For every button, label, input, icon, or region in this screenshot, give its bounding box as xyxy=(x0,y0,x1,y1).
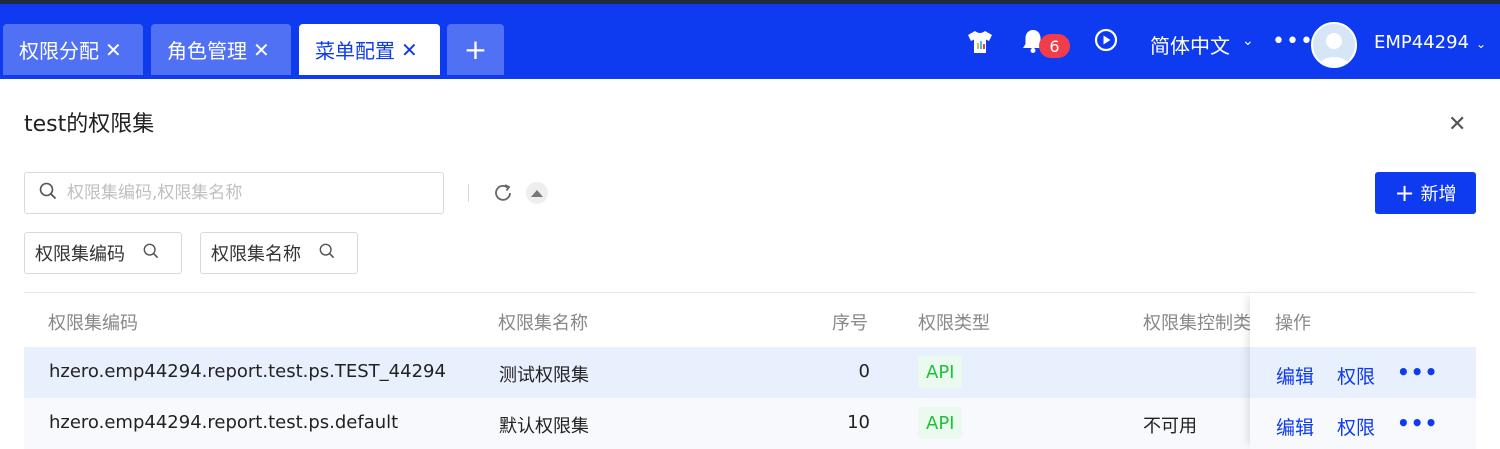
search-icon xyxy=(319,243,335,264)
close-icon[interactable]: ✕ xyxy=(105,38,122,62)
tab-menu-config[interactable]: 菜单配置 ✕ xyxy=(299,24,440,75)
type-tag: API xyxy=(918,356,963,388)
search-icon xyxy=(39,182,57,204)
filter-label: 权限集编码 xyxy=(35,244,125,265)
theme-shirt-icon[interactable] xyxy=(966,30,994,58)
play-icon[interactable] xyxy=(1094,28,1118,56)
filter-permission-set-code[interactable]: 权限集编码 xyxy=(24,232,182,274)
type-tag: API xyxy=(918,407,963,439)
close-icon[interactable]: ✕ xyxy=(253,38,270,62)
search-input[interactable] xyxy=(67,183,427,203)
plus-icon: + xyxy=(463,33,488,66)
edit-link[interactable]: 编辑 xyxy=(1276,362,1314,389)
add-button-label: 新增 xyxy=(1420,184,1457,205)
cell-code: hzero.emp44294.report.test.ps.TEST_44294 xyxy=(49,361,446,382)
permission-link[interactable]: 权限 xyxy=(1337,362,1375,389)
cell-code: hzero.emp44294.report.test.ps.default xyxy=(49,412,399,433)
avatar[interactable] xyxy=(1311,22,1357,68)
collapse-icon[interactable] xyxy=(526,182,548,204)
column-header: 权限集名称 xyxy=(498,313,588,334)
close-icon[interactable]: ✕ xyxy=(401,38,418,62)
permission-link[interactable]: 权限 xyxy=(1337,413,1375,440)
close-icon[interactable]: ✕ xyxy=(1448,112,1466,137)
username[interactable]: EMP44294 xyxy=(1374,32,1469,53)
search-icon xyxy=(143,243,159,264)
cell-order: 0 xyxy=(858,361,870,382)
column-header: 权限集控制类 xyxy=(1143,313,1250,334)
filter-label: 权限集名称 xyxy=(211,244,301,265)
tab-label: 权限分配 xyxy=(19,39,99,63)
notification-badge: 6 xyxy=(1039,34,1070,58)
chevron-down-icon[interactable]: ⌄ xyxy=(1476,37,1486,51)
plus-icon: + xyxy=(1394,179,1415,207)
cell-control: 不可用 xyxy=(1143,416,1197,437)
cell-name: 默认权限集 xyxy=(499,416,589,437)
search-box xyxy=(24,172,444,214)
column-header: 序号 xyxy=(832,313,868,334)
language-selector[interactable]: 简体中文 xyxy=(1150,30,1230,59)
edit-link[interactable]: 编辑 xyxy=(1276,413,1314,440)
chevron-down-icon[interactable]: ⌄ xyxy=(1242,33,1254,49)
permission-set-table: 权限集编码 权限集名称 序号 权限类型 权限集控制类 操作 hzero.emp4… xyxy=(24,292,1476,449)
more-icon[interactable]: ••• xyxy=(1397,411,1438,435)
filter-permission-set-name[interactable]: 权限集名称 xyxy=(200,232,358,274)
more-icon[interactable]: ••• xyxy=(1272,29,1314,54)
cell-order: 10 xyxy=(847,412,870,433)
more-icon[interactable]: ••• xyxy=(1397,360,1438,384)
cell-name: 测试权限集 xyxy=(499,365,589,386)
tab-label: 菜单配置 xyxy=(315,39,395,63)
tab-permission-assign[interactable]: 权限分配 ✕ xyxy=(3,24,143,75)
divider xyxy=(468,184,469,202)
operation-column: 编辑 权限 ••• 编辑 权限 ••• xyxy=(1250,292,1476,449)
column-header: 权限集编码 xyxy=(48,313,138,334)
column-header: 权限类型 xyxy=(918,313,990,334)
page-title: test的权限集 xyxy=(24,112,155,137)
tab-role-management[interactable]: 角色管理 ✕ xyxy=(151,24,291,75)
add-tab-button[interactable]: + xyxy=(447,24,504,75)
tab-label: 角色管理 xyxy=(167,39,247,63)
add-button[interactable]: + 新增 xyxy=(1375,172,1476,214)
refresh-icon[interactable] xyxy=(492,182,514,209)
